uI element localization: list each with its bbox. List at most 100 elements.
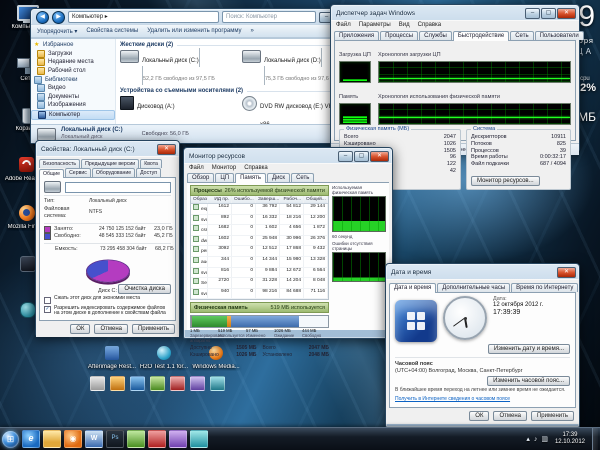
tab-date-time[interactable]: Дата и время (389, 283, 437, 293)
apply-button[interactable]: Применить (530, 411, 574, 421)
small-shortcut-icon[interactable] (130, 376, 145, 391)
process-row[interactable]: explorer.exe 1612 0 36 792 54 812 29 144 (191, 204, 328, 215)
nav-pictures[interactable]: Изображения (31, 101, 115, 110)
menu-monitor[interactable]: Монитор (212, 165, 236, 171)
desktop-shortcut-h2o-test[interactable]: H2O Test 1.1 for... (138, 344, 190, 371)
menu-help[interactable]: Справка (244, 165, 268, 171)
date-time-titlebar[interactable]: Дата и время ✕ (386, 264, 579, 279)
resource-monitor-titlebar[interactable]: Монитор ресурсов – ▢ ✕ (184, 148, 392, 163)
cancel-button[interactable]: Отмена (94, 323, 128, 334)
uninstall-program-button[interactable]: Удалить или изменить программу (147, 28, 241, 34)
process-row[interactable]: dwm.exe 1602 0 25 948 30 996 26 376 (191, 235, 328, 247)
change-timezone-button[interactable]: Изменить часовой пояс... (487, 376, 570, 386)
taskbar-ie-icon[interactable] (22, 430, 40, 448)
process-row[interactable]: csrss.exe 1682 0 1 602 4 656 1 872 (191, 225, 328, 236)
ok-button[interactable]: ОК (70, 323, 91, 334)
small-shortcut-icon[interactable] (150, 376, 165, 391)
tab-processes[interactable]: Процессы (380, 31, 419, 40)
start-button[interactable] (2, 430, 19, 448)
disk-properties-titlebar[interactable]: Свойства: Локальный диск (C:) ✕ (36, 141, 179, 156)
taskbar-photoshop-icon[interactable] (106, 430, 124, 448)
organize-menu[interactable]: Упорядочить ▾ (37, 28, 77, 35)
small-shortcut-icon[interactable] (210, 376, 225, 391)
process-row[interactable]: svchost.exe (LocalServiceNet...) 816 0 9… (191, 267, 328, 279)
tab-memory[interactable]: Память (235, 173, 267, 183)
nav-documents[interactable]: Документы (31, 92, 115, 102)
menu-file[interactable]: Файл (336, 22, 351, 28)
tab-quota[interactable]: Квота (140, 159, 162, 168)
floppy-item[interactable]: Дисковод (A:) (120, 95, 236, 124)
minimize-button[interactable]: – (338, 150, 353, 162)
small-shortcut-icon[interactable] (90, 376, 105, 391)
nav-computer[interactable]: Компьютер (31, 109, 115, 121)
drive-c-item[interactable]: Локальный диск (C:) 52,2 ГБ свободно из … (120, 48, 236, 85)
menu-help[interactable]: Справка (418, 22, 442, 28)
breadcrumb[interactable]: Компьютер ▸ (68, 11, 219, 23)
nav-video[interactable]: Видео (31, 84, 115, 93)
close-button[interactable]: ✕ (370, 150, 389, 162)
nav-favorites[interactable]: Избранное (31, 41, 115, 50)
process-row[interactable]: perfmon.exe 3092 0 12 512 17 868 9 432 (191, 246, 328, 257)
forward-button[interactable]: ▶ (52, 10, 65, 24)
tab-previous-versions[interactable]: Предыдущие версии (81, 159, 140, 168)
tab-sharing[interactable]: Доступ (136, 168, 161, 177)
close-button[interactable]: ✕ (157, 143, 176, 155)
apply-button[interactable]: Применить (131, 323, 175, 334)
process-row[interactable]: SearchIndexer.exe 2720 0 31 228 14 204 8… (191, 278, 328, 289)
index-contents-checkbox[interactable]: ✓ Разрешить индексировать содержимое файл… (44, 305, 171, 317)
minimize-button[interactable]: – (525, 7, 540, 19)
taskbar-app-icon[interactable] (148, 430, 166, 448)
small-shortcut-icon[interactable] (110, 376, 125, 391)
close-button[interactable]: ✕ (557, 266, 576, 278)
tab-additional-clocks[interactable]: Дополнительные часы (437, 283, 511, 292)
nav-desktop[interactable]: Рабочий стол (31, 67, 115, 76)
small-shortcut-icon[interactable] (190, 376, 205, 391)
disk-cleanup-button[interactable]: Очистка диска (118, 284, 171, 294)
tab-users[interactable]: Пользователи (534, 31, 584, 40)
tab-tools[interactable]: Сервис (65, 168, 91, 177)
tray-network-icon[interactable]: ▥ (541, 435, 548, 443)
tab-internet-time[interactable]: Время по Интернету (511, 283, 579, 292)
change-date-time-button[interactable]: Изменить дату и время... (487, 344, 570, 354)
timezone-info-link[interactable]: Получить в Интернете сведения о часовом … (395, 396, 570, 402)
taskbar-app-icon[interactable] (190, 430, 208, 448)
tab-network[interactable]: Сеть (291, 173, 315, 182)
cancel-button[interactable]: Отмена (493, 411, 527, 421)
menu-file[interactable]: Файл (189, 165, 204, 171)
task-manager-titlebar[interactable]: Диспетчер задач Windows – ▢ ✕ (331, 5, 579, 20)
tab-applications[interactable]: Приложения (334, 31, 380, 40)
nav-libraries[interactable]: Библиотеки (31, 75, 115, 84)
small-shortcut-icon[interactable] (170, 376, 185, 391)
maximize-button[interactable]: ▢ (354, 150, 369, 162)
physical-memory-section-header[interactable]: Физическая память 519 МБ используется (190, 302, 329, 314)
tab-cpu[interactable]: ЦП (215, 173, 235, 182)
tab-networking[interactable]: Сеть (510, 31, 534, 40)
tab-disk[interactable]: Диск (267, 173, 291, 182)
system-properties-button[interactable]: Свойства системы (86, 28, 138, 34)
tab-general[interactable]: Общие (39, 169, 65, 178)
maximize-button[interactable]: ▢ (541, 7, 556, 19)
tab-hardware[interactable]: Оборудование (91, 168, 136, 177)
processes-section-header[interactable]: Процессы 26% используемой физической пам… (190, 185, 329, 196)
resource-monitor-button[interactable]: Монитор ресурсов... (471, 175, 540, 186)
taskbar-explorer-icon[interactable] (43, 430, 61, 448)
desktop-shortcut-afterimage[interactable]: Afterimage Rest... (86, 344, 138, 371)
process-row[interactable]: svchost.exe (LocalSystemNet...) 892 0 16… (191, 214, 328, 226)
tab-overview[interactable]: Обзор (187, 173, 215, 182)
tab-security[interactable]: Безопасность (39, 159, 81, 168)
ok-button[interactable]: ОК (469, 411, 490, 421)
tray-clock[interactable]: 17:39 12.10.2012 (552, 432, 588, 446)
menu-view[interactable]: Вид (399, 22, 410, 28)
search-input[interactable]: Поиск: Компьютер (222, 11, 316, 23)
process-row[interactable]: audiodg.exe 344 0 14 344 15 980 13 328 (191, 256, 328, 268)
tab-performance[interactable]: Быстродействие (452, 31, 510, 41)
volume-label-input[interactable] (65, 181, 171, 193)
nav-downloads[interactable]: Загрузки (31, 49, 115, 59)
menu-options[interactable]: Параметры (359, 22, 391, 28)
taskbar-app-icon[interactable] (127, 430, 145, 448)
tab-services[interactable]: Службы (419, 31, 452, 40)
process-row[interactable]: svchost.exe (netsvcs) 940 0 98 216 84 68… (191, 288, 328, 300)
process-table-header[interactable]: Образ ИД пр. Ошибо... Заверш... Рабоч...… (191, 196, 328, 204)
compress-drive-checkbox[interactable]: Сжать этот диск для экономии места (44, 295, 171, 304)
taskbar-media-player-icon[interactable] (64, 430, 82, 448)
